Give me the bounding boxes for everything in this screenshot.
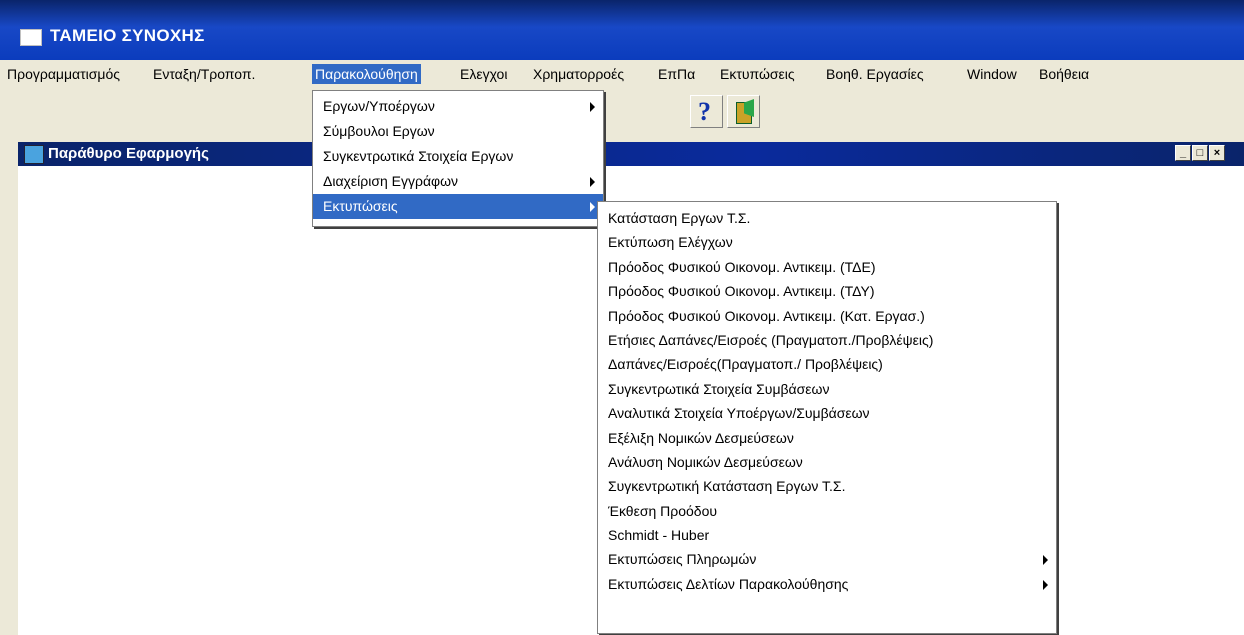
submenu-item-ekthesi-proodou[interactable]: Έκθεση Προόδου — [598, 499, 1056, 523]
dropdown-item-label: Εκτυπώσεις — [323, 198, 398, 214]
submenu-item-ektyposeis-pliromon[interactable]: Εκτυπώσεις Πληρωμών — [598, 547, 1056, 571]
menu-xrimatorroes[interactable]: Χρηματορροές — [530, 64, 627, 84]
child-window-icon — [24, 145, 44, 164]
submenu-item-ektyposi-elegxon[interactable]: Εκτύπωση Ελέγχων — [598, 230, 1056, 254]
ektyposeis-submenu: Κατάσταση Εργων Τ.Σ. Εκτύπωση Ελέγχων Πρ… — [597, 201, 1057, 634]
help-button[interactable]: ? — [690, 95, 723, 128]
submenu-item-sygkentrotiki-katastasi[interactable]: Συγκεντρωτική Κατάσταση Εργων Τ.Σ. — [598, 474, 1056, 498]
menu-ektyposeis[interactable]: Εκτυπώσεις — [717, 64, 798, 84]
child-window-title: Παράθυρο Εφαρμογής — [48, 145, 209, 162]
submenu-arrow-icon — [1043, 555, 1048, 566]
submenu-item-analysi-desmeyseon[interactable]: Ανάλυση Νομικών Δεσμεύσεων — [598, 450, 1056, 474]
submenu-item-label: Πρόοδος Φυσικού Οικονομ. Αντικειμ. (Κατ.… — [608, 307, 925, 324]
app-window-icon — [20, 29, 42, 46]
menu-entaxi-tropop[interactable]: Ενταξη/Τροποπ. — [150, 64, 258, 84]
parakolouthisi-dropdown: Εργων/Υποέργων Σύμβουλοι Εργων Συγκεντρω… — [312, 90, 604, 227]
menu-parakolouthisi[interactable]: Παρακολούθηση — [312, 64, 421, 84]
submenu-item-dapanes-eisroes[interactable]: Δαπάνες/Εισροές(Πραγματοπ./ Προβλέψεις) — [598, 352, 1056, 376]
submenu-item-label: Εκτύπωση Ελέγχων — [608, 234, 733, 251]
submenu-item-proodos-kat-ergas[interactable]: Πρόοδος Φυσικού Οικονομ. Αντικειμ. (Κατ.… — [598, 304, 1056, 328]
maximize-button[interactable]: □ — [1192, 145, 1208, 161]
submenu-item-label: Συγκεντρωτική Κατάσταση Εργων Τ.Σ. — [608, 478, 846, 495]
minimize-button[interactable]: _ — [1175, 145, 1191, 161]
submenu-item-proodos-tdy[interactable]: Πρόοδος Φυσικού Οικονομ. Αντικειμ. (ΤΔΥ) — [598, 279, 1056, 303]
submenu-item-label: Πρόοδος Φυσικού Οικονομ. Αντικειμ. (ΤΔΥ) — [608, 283, 875, 300]
child-window-title-bar[interactable]: Παράθυρο Εφαρμογής _ □ × — [18, 142, 1244, 166]
dropdown-item-label: Εργων/Υποέργων — [323, 98, 435, 114]
submenu-item-label: Κατάσταση Εργων Τ.Σ. — [608, 210, 751, 226]
menu-eppa[interactable]: ΕπΠα — [655, 64, 698, 84]
submenu-item-label: Ανάλυση Νομικών Δεσμεύσεων — [608, 453, 803, 470]
submenu-item-label: Εξέλιξη Νομικών Δεσμεύσεων — [608, 429, 794, 446]
submenu-item-label: Έκθεση Προόδου — [608, 502, 718, 519]
submenu-item-label: Schmidt - Huber — [608, 527, 710, 544]
submenu-item-label: Εκτυπώσεις Δελτίων Παρακολούθησης — [608, 575, 849, 592]
dropdown-item-ergon-ypoergon[interactable]: Εργων/Υποέργων — [313, 94, 603, 119]
menu-elegxoi[interactable]: Ελεγχοι — [457, 64, 510, 84]
help-icon: ? — [698, 97, 711, 126]
submenu-item-analytika-ypoergon[interactable]: Αναλυτικά Στοιχεία Υποέργων/Συμβάσεων — [598, 401, 1056, 425]
submenu-item-sygkentrotika-symvaseon[interactable]: Συγκεντρωτικά Στοιχεία Συμβάσεων — [598, 377, 1056, 401]
app-title: ΤΑΜΕΙΟ ΣΥΝΟΧΗΣ — [50, 26, 205, 45]
menu-programmatismos[interactable]: Προγραμματισμός — [4, 64, 123, 84]
exit-button[interactable] — [727, 95, 760, 128]
submenu-item-label: Αναλυτικά Στοιχεία Υποέργων/Συμβάσεων — [608, 405, 870, 422]
submenu-arrow-icon — [590, 177, 595, 187]
app-title-bar[interactable]: ΤΑΜΕΙΟ ΣΥΝΟΧΗΣ — [0, 0, 1244, 60]
menu-voitheia[interactable]: Βοήθεια — [1036, 64, 1092, 84]
submenu-item-schmidt-huber[interactable]: Schmidt - Huber — [598, 523, 1056, 547]
menu-voith-ergasies[interactable]: Βοηθ. Εργασίες — [823, 64, 927, 84]
submenu-item-label: Πρόοδος Φυσικού Οικονομ. Αντικειμ. (ΤΔΕ) — [608, 258, 876, 275]
dropdown-item-label: Διαχείριση Εγγράφων — [323, 173, 459, 189]
submenu-arrow-icon — [1043, 579, 1048, 590]
submenu-arrow-icon — [590, 202, 595, 212]
submenu-item-etisies-dapanes[interactable]: Ετήσιες Δαπάνες/Εισροές (Πραγματοπ./Προβ… — [598, 328, 1056, 352]
menu-bar: Προγραμματισμός Ενταξη/Τροποπ. Παρακολού… — [0, 60, 1244, 88]
dropdown-item-label: Συγκεντρωτικά Στοιχεία Εργων — [323, 148, 514, 164]
submenu-item-ektyposeis-deltion[interactable]: Εκτυπώσεις Δελτίων Παρακολούθησης — [598, 572, 1056, 596]
dropdown-item-label: Σύμβουλοι Εργων — [323, 123, 435, 139]
menu-window[interactable]: Window — [964, 64, 1020, 84]
submenu-item-katastasi-ergon[interactable]: Κατάσταση Εργων Τ.Σ. — [598, 206, 1056, 230]
submenu-item-label: Δαπάνες/Εισροές(Πραγματοπ./ Προβλέψεις) — [608, 356, 883, 373]
submenu-item-exelixi-desmeyseon[interactable]: Εξέλιξη Νομικών Δεσμεύσεων — [598, 426, 1056, 450]
submenu-arrow-icon — [590, 102, 595, 112]
dropdown-item-symvouloi-ergon[interactable]: Σύμβουλοι Εργων — [313, 119, 603, 144]
dropdown-item-ektyposeis[interactable]: Εκτυπώσεις — [313, 194, 603, 219]
submenu-item-proodos-tde[interactable]: Πρόοδος Φυσικού Οικονομ. Αντικειμ. (ΤΔΕ) — [598, 255, 1056, 279]
submenu-item-label: Συγκεντρωτικά Στοιχεία Συμβάσεων — [608, 380, 830, 397]
submenu-item-label: Εκτυπώσεις Πληρωμών — [608, 551, 757, 568]
close-button[interactable]: × — [1209, 145, 1225, 161]
submenu-item-label: Ετήσιες Δαπάνες/Εισροές (Πραγματοπ./Προβ… — [608, 331, 934, 348]
dropdown-item-diaxeirisi-eggrafon[interactable]: Διαχείριση Εγγράφων — [313, 169, 603, 194]
dropdown-item-sygkentrotika-stoixeia[interactable]: Συγκεντρωτικά Στοιχεία Εργων — [313, 144, 603, 169]
